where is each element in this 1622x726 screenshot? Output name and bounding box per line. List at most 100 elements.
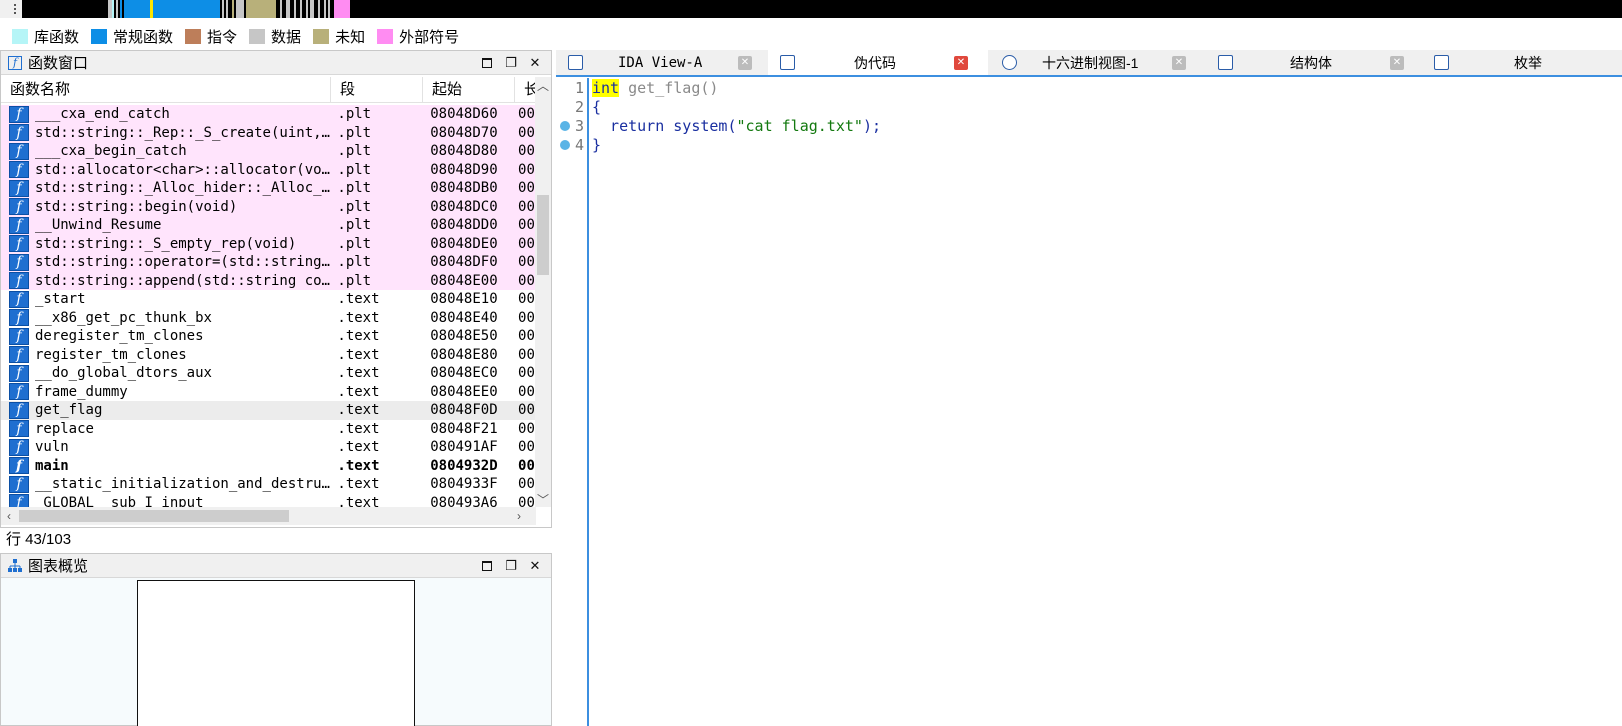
scroll-down-icon[interactable]: ﹀ [535, 491, 551, 507]
functions-window-titlebar[interactable]: f 函数窗口 ❐ ✕ [1, 51, 551, 75]
hex-view-icon [1002, 55, 1017, 70]
navband-grip[interactable] [0, 0, 22, 18]
scroll-right-icon[interactable]: › [511, 507, 527, 525]
horizontal-scroll-thumb[interactable] [19, 510, 289, 522]
code-line-2[interactable]: { [592, 98, 601, 117]
code-line-3[interactable]: return system("cat flag.txt"); [592, 117, 881, 136]
close-tab-icon[interactable]: ✕ [954, 56, 968, 70]
function-row[interactable]: f ___cxa_begin_catch .plt 08048D80 00 [1, 142, 536, 161]
return-keyword[interactable]: return [592, 117, 673, 135]
function-row[interactable]: f std::allocator<char>::allocator(void) .p… [1, 160, 536, 179]
function-row[interactable]: f register_tm_clones .text 08048E80 00 [1, 346, 536, 365]
scroll-up-icon[interactable]: ︿ [535, 77, 551, 93]
ida-view-icon [568, 55, 583, 70]
function-length: 00 [518, 476, 535, 493]
horizontal-scrollbar[interactable]: ‹ › [1, 507, 536, 525]
function-row[interactable]: f std::string::_S_empty_rep(void) .plt 0804… [1, 234, 536, 253]
function-row[interactable]: f frame_dummy .text 08048EE0 00 [1, 383, 536, 402]
function-row[interactable]: f __x86_get_pc_thunk_bx .text 08048E40 00 [1, 309, 536, 328]
function-row[interactable]: f __Unwind_Resume .plt 08048DD0 00 [1, 216, 536, 235]
scroll-left-icon[interactable]: ‹ [1, 507, 17, 525]
function-start: 08048DE0 [430, 235, 498, 252]
tab-structures[interactable]: 结构体 ✕ [1206, 50, 1420, 75]
vertical-scroll-thumb[interactable] [537, 195, 549, 275]
function-icon: f [9, 272, 29, 290]
legend-swatch [313, 28, 330, 44]
graph-overview-window: 图表概览 ❐ ✕ [0, 553, 552, 726]
close-icon[interactable]: ✕ [527, 55, 543, 71]
function-row[interactable]: f __do_global_dtors_aux .text 08048EC0 00 [1, 364, 536, 383]
function-signature[interactable]: get_flag() [619, 79, 718, 97]
column-header-length[interactable]: 长 [515, 77, 536, 102]
function-segment: .text [337, 365, 380, 382]
enums-icon [1434, 55, 1449, 70]
legend-swatch [249, 28, 266, 44]
graph-overview-titlebar[interactable]: 图表概览 ❐ ✕ [1, 554, 551, 578]
function-row[interactable]: f get_flag .text 08048F0D 00 [1, 401, 536, 420]
string-literal[interactable]: "cat flag.txt" [737, 117, 863, 135]
keyword-highlight[interactable]: int [592, 79, 620, 97]
open-paren: ( [727, 117, 737, 135]
function-row[interactable]: f _GLOBAL__sub_I_input .text 080493A6 00 [1, 494, 536, 507]
legend-item: 外部符号 [377, 26, 459, 47]
code-line-1[interactable]: int get_flag() [592, 79, 718, 98]
function-row[interactable]: f std::string::begin(void) .plt 08048DC0 00 [1, 197, 536, 216]
vertical-scrollbar[interactable]: ︿ ﹀ [535, 77, 551, 507]
function-row[interactable]: f std::string::append(std::string con… .pl… [1, 271, 536, 290]
tab-pseudocode[interactable]: 伪代码 ✕ [768, 50, 988, 75]
function-icon: f [9, 216, 29, 234]
graph-overview-viewport[interactable] [137, 580, 415, 726]
function-row[interactable]: f __static_initialization_and_destruc… .te… [1, 475, 536, 494]
function-call[interactable]: system [673, 117, 727, 135]
function-row[interactable]: f ___cxa_end_catch .plt 08048D60 00 [1, 105, 536, 124]
maximize-icon[interactable] [479, 55, 495, 71]
legend-label: 库函数 [34, 28, 80, 46]
function-start: 08048D70 [430, 124, 498, 141]
tab-label: 伪代码 [854, 54, 896, 71]
function-name: std::string::_Rep::_S_create(uint,u… [34, 124, 335, 141]
function-start: 08048E40 [430, 309, 498, 326]
function-segment: .text [337, 494, 380, 507]
function-row[interactable]: f vuln .text 080491AF 00 [1, 438, 536, 457]
close-icon[interactable]: ✕ [527, 558, 543, 574]
function-row[interactable]: f std::string::_Rep::_S_create(uint,u… .pl… [1, 123, 536, 142]
column-header-segment[interactable]: 段 [331, 77, 423, 102]
line-number: 3 [574, 117, 584, 135]
function-icon: f [9, 309, 29, 327]
restore-icon[interactable]: ❐ [503, 558, 519, 574]
tab-ida-view-a[interactable]: IDA View-A ✕ [556, 50, 766, 75]
function-row[interactable]: f std::string::_Alloc_hider::_Alloc_h… .pl… [1, 179, 536, 198]
function-length: 00 [518, 254, 535, 271]
function-length: 00 [518, 346, 535, 363]
navigation-band[interactable] [0, 0, 1622, 18]
function-row[interactable]: f main .text 0804932D 00 [1, 457, 536, 476]
tab-enums[interactable]: 枚举 [1422, 50, 1622, 75]
column-header-start[interactable]: 起始 [423, 77, 515, 102]
function-segment: .text [337, 309, 380, 326]
close-tab-icon[interactable]: ✕ [738, 56, 752, 70]
function-length: 00 [518, 106, 535, 123]
function-segment: .text [337, 328, 380, 345]
function-row[interactable]: f std::string::operator=(std::string … .pl… [1, 253, 536, 272]
maximize-icon[interactable] [479, 558, 495, 574]
function-name: main [34, 457, 69, 474]
legend-label: 未知 [335, 28, 366, 46]
close-tab-icon[interactable]: ✕ [1172, 56, 1186, 70]
function-icon: f [9, 475, 29, 493]
function-row[interactable]: f replace .text 08048F21 00 [1, 420, 536, 439]
close-tab-icon[interactable]: ✕ [1390, 56, 1404, 70]
function-row[interactable]: f _start .text 08048E10 00 [1, 290, 536, 309]
column-header-name[interactable]: 函数名称 [1, 77, 331, 102]
line-number: 2 [574, 98, 584, 116]
function-name: _GLOBAL__sub_I_input [34, 494, 204, 507]
functions-list[interactable]: f ___cxa_end_catch .plt 08048D60 00 f std::str… [1, 105, 536, 507]
functions-window-title: 函数窗口 [28, 55, 89, 72]
restore-icon[interactable]: ❐ [503, 55, 519, 71]
function-row[interactable]: f deregister_tm_clones .text 08048E50 00 [1, 327, 536, 346]
function-icon: f [9, 438, 29, 456]
pseudocode-view[interactable]: 1 2 3 4 int get_flag() { return system("… [556, 78, 1622, 726]
legend: 库函数 常规函数 指令 数据 未知 外部符号 [0, 24, 471, 48]
tab-hex-view-1[interactable]: 十六进制视图-1 ✕ [990, 50, 1204, 75]
function-icon: f [9, 142, 29, 160]
code-line-4[interactable]: } [592, 136, 601, 155]
